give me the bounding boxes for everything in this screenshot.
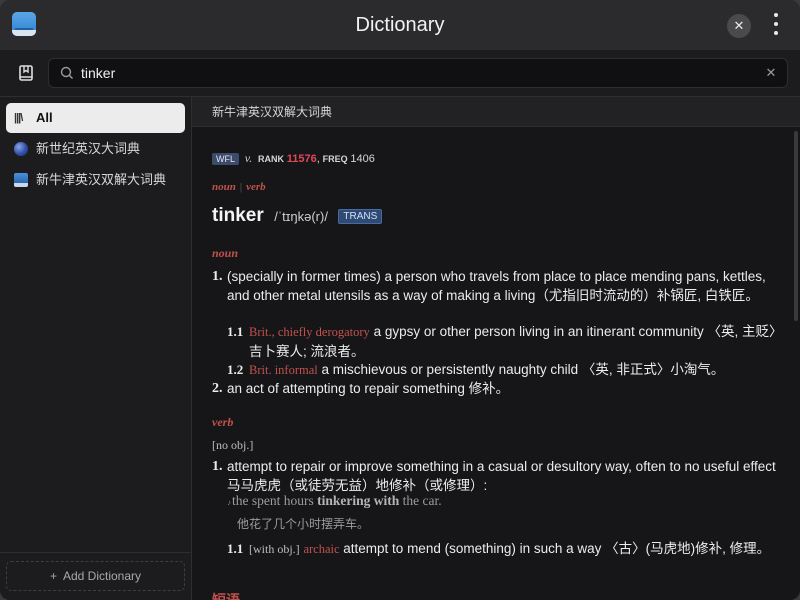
close-icon: ✕ (733, 18, 745, 33)
subsense-number: 1.1 (227, 541, 244, 556)
noun-subsense-1-2: 1.2 Brit. informal a mischievous or pers… (227, 360, 782, 380)
rank-value: 11576 (286, 153, 317, 165)
example-text-end: the car. (399, 493, 442, 508)
add-dictionary-label: Add Dictionary (62, 569, 142, 583)
verb-section-label: verb (212, 415, 234, 429)
phrases-label: 短语 (212, 592, 240, 600)
meta-pos: v. (244, 151, 253, 165)
subsense-number: 1.1 (227, 324, 244, 339)
noun-section-label: noun (212, 246, 239, 260)
search-row: ✕ (0, 50, 800, 96)
register-label: Brit., chiefly derogatory (249, 325, 370, 339)
sidebar-divider (0, 552, 191, 553)
sidebar-item-label: 新牛津英汉双解大词典 (36, 172, 167, 187)
more-dot-icon (774, 31, 778, 35)
entry-panel: 新牛津英汉双解大词典 WFL v. RANK 11576, FREQ 1406 … (192, 96, 800, 600)
scrollbar[interactable] (794, 131, 798, 321)
grammar-label: [with obj.] (249, 542, 300, 556)
sense-text: (specially in former times) a person who… (227, 269, 766, 303)
book-dictionary-icon (14, 173, 28, 187)
noun-sense-2: 2. an act of attempting to repair someth… (212, 379, 777, 398)
more-dot-icon (774, 22, 778, 26)
pos-separator: | (239, 181, 243, 193)
search-box[interactable]: ✕ (48, 58, 788, 88)
trans-button[interactable]: TRANS (338, 209, 383, 224)
freq-label: FREQ (322, 154, 348, 164)
dictionary-header: 新牛津英汉双解大词典 (192, 97, 800, 127)
wordbook-button[interactable] (14, 61, 38, 85)
speaker-icon[interactable]: ♪ (227, 498, 231, 507)
sidebar-item-all[interactable]: |||\ All (6, 103, 185, 133)
sense-number: 1. (212, 269, 223, 284)
sidebar-item-label: All (36, 110, 53, 125)
pronunciation: /ˈtɪŋkə(r)/ (274, 209, 328, 224)
plus-icon: + (49, 569, 57, 583)
headword: tinker (212, 205, 264, 226)
search-icon (60, 66, 74, 80)
pos-link-verb[interactable]: verb (246, 181, 266, 193)
noun-sense-1: 1. (specially in former times) a person … (212, 267, 777, 305)
example-text: the spent hours (232, 493, 318, 508)
sidebar-item-label: 新世纪英汉大词典 (36, 141, 141, 156)
search-input[interactable] (81, 59, 761, 87)
verb-subsense-1-1: 1.1 [with obj.] archaic attempt to mend … (227, 539, 782, 559)
sidebar: |||\ All 新世纪英汉大词典 新牛津英汉双解大词典 + Add Dicti… (0, 96, 192, 600)
sense-number: 2. (212, 381, 223, 396)
add-dictionary-button[interactable]: + Add Dictionary (6, 561, 185, 591)
title-bar: Dictionary ✕ (0, 0, 800, 50)
grammar-label: [no obj.] (212, 438, 254, 452)
example-sentence: ♪the spent hours tinkering with the car. (227, 493, 767, 509)
wfl-badge: WFL (212, 153, 239, 165)
example-keyword: tinkering with (317, 493, 400, 508)
library-icon: |||\ (14, 112, 23, 124)
sense-text: attempt to repair or improve something i… (227, 459, 776, 493)
window-title: Dictionary (355, 14, 445, 36)
example-translation: 他花了几个小时摆弄车。 (237, 517, 370, 531)
noun-subsense-1-1: 1.1 Brit., chiefly derogatory a gypsy or… (227, 322, 782, 361)
clear-icon[interactable]: ✕ (763, 65, 779, 81)
more-dot-icon (774, 13, 778, 17)
freq-value: 1406 (350, 153, 375, 165)
subsense-text: a mischievous or persistently naughty ch… (321, 362, 725, 377)
sense-number: 1. (212, 459, 223, 474)
subsense-text: attempt to mend (something) in such a wa… (343, 541, 771, 556)
pos-link-noun[interactable]: noun (212, 181, 236, 193)
globe-dictionary-icon (14, 142, 28, 156)
subsense-number: 1.2 (227, 362, 244, 377)
sidebar-item-new-oxford[interactable]: 新牛津英汉双解大词典 (6, 165, 185, 195)
pos-links: noun | verb (212, 181, 266, 193)
close-button[interactable]: ✕ (727, 14, 751, 38)
word-frequency-line: WFL v. RANK 11576, FREQ 1406 (212, 151, 375, 166)
verb-sense-1: 1. attempt to repair or improve somethin… (212, 457, 777, 495)
register-label: Brit. informal (249, 363, 318, 377)
more-options-button[interactable] (766, 12, 786, 38)
sidebar-item-new-century[interactable]: 新世纪英汉大词典 (6, 134, 185, 164)
register-label: archaic (303, 542, 340, 556)
dictionary-window: Dictionary ✕ ✕ | (0, 0, 800, 600)
headword-line: tinker /ˈtɪŋkə(r)/ TRANS (212, 205, 383, 227)
rank-label: RANK (258, 154, 284, 164)
sense-text: an act of attempting to repair something… (227, 381, 510, 396)
bookmark-book-icon (19, 65, 33, 81)
